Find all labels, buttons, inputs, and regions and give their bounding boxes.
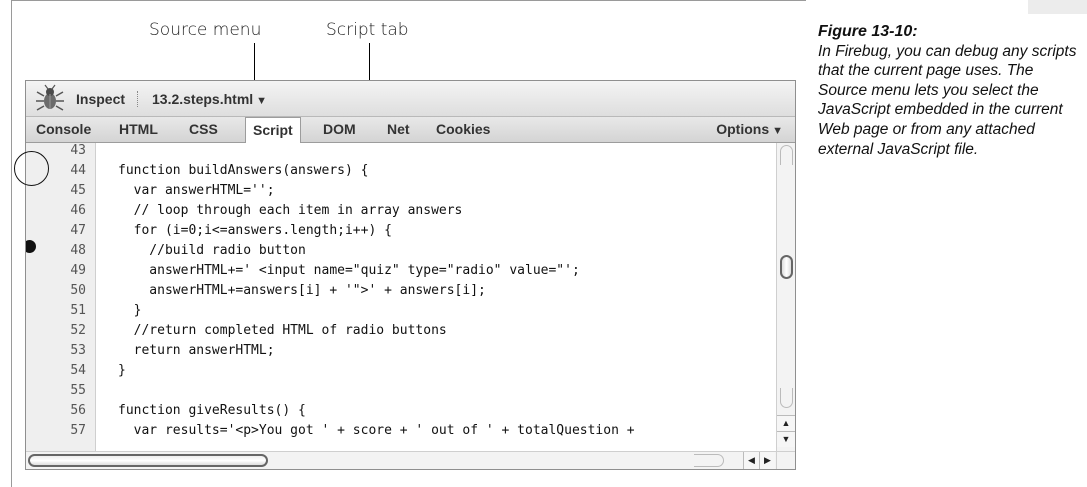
line-number[interactable]: 55 bbox=[26, 382, 86, 400]
scrollbar-corner bbox=[776, 451, 795, 469]
tab-dom[interactable]: DOM bbox=[323, 117, 356, 143]
figure-caption-title: Figure 13-10: bbox=[818, 23, 918, 40]
tab-net[interactable]: Net bbox=[387, 117, 410, 143]
code-text: function buildAnswers(answers) { bbox=[118, 163, 369, 178]
code-text: function giveResults() { bbox=[118, 403, 306, 418]
code-text: } bbox=[118, 303, 142, 318]
code-text: for (i=0;i<=answers.length;i++) { bbox=[118, 223, 392, 238]
code-text: } bbox=[118, 363, 126, 378]
tab-console[interactable]: Console bbox=[36, 117, 91, 143]
chevron-down-icon: ▼ bbox=[256, 95, 268, 107]
vertical-scrollbar[interactable]: ▲ ▼ bbox=[776, 143, 795, 451]
horizontal-scroll-thumb[interactable] bbox=[28, 454, 268, 467]
scroll-right-arrow-icon[interactable]: ▶ bbox=[759, 452, 775, 469]
figure-caption-body: In Firebug, you can debug any scripts th… bbox=[818, 42, 1077, 158]
scroll-track-cap bbox=[694, 454, 724, 467]
scroll-track-cap bbox=[780, 388, 793, 408]
script-source-view[interactable]: 43 44 function buildAnswers(answers) { 45… bbox=[26, 143, 776, 451]
line-number[interactable]: 53 bbox=[26, 342, 86, 360]
firebug-panel: Inspect 13.2.steps.html ▼ Console HTML CS… bbox=[25, 80, 796, 470]
code-text: answerHTML+=' <input name="quiz" type="r… bbox=[118, 263, 580, 278]
page-frame-top bbox=[11, 0, 806, 1]
tab-css[interactable]: CSS bbox=[189, 117, 218, 143]
toolbar-separator bbox=[137, 91, 138, 107]
chevron-down-icon: ▼ bbox=[772, 125, 783, 137]
tab-script[interactable]: Script bbox=[245, 117, 301, 144]
code-text: var answerHTML=''; bbox=[118, 183, 275, 198]
breakpoint-highlight-circle bbox=[14, 151, 49, 186]
script-tab-callout: Script tab bbox=[326, 20, 409, 40]
line-number[interactable]: 50 bbox=[26, 282, 86, 300]
code-text: // loop through each item in array answe… bbox=[118, 203, 463, 218]
line-number[interactable]: 52 bbox=[26, 322, 86, 340]
source-file-label: 13.2.steps.html bbox=[152, 91, 254, 107]
line-number[interactable]: 57 bbox=[26, 422, 86, 440]
figure-caption: Figure 13-10: In Firebug, you can debug … bbox=[818, 22, 1083, 159]
tab-cookies[interactable]: Cookies bbox=[436, 117, 490, 143]
code-text: //build radio button bbox=[118, 243, 306, 258]
scroll-track-cap bbox=[780, 145, 793, 165]
options-menu[interactable]: Options ▼ bbox=[716, 117, 783, 144]
vertical-scroll-thumb[interactable] bbox=[780, 255, 793, 279]
options-label: Options bbox=[716, 121, 770, 137]
line-number[interactable]: 47 bbox=[26, 222, 86, 240]
line-number[interactable]: 56 bbox=[26, 402, 86, 420]
line-number[interactable]: 51 bbox=[26, 302, 86, 320]
page-frame-left bbox=[11, 0, 12, 487]
inspect-button[interactable]: Inspect bbox=[76, 91, 125, 107]
code-text: return answerHTML; bbox=[118, 343, 275, 358]
horizontal-scrollbar[interactable]: ◀ ▶ bbox=[26, 451, 795, 469]
scroll-up-arrow-icon[interactable]: ▲ bbox=[777, 415, 795, 431]
line-number[interactable]: 54 bbox=[26, 362, 86, 380]
firebug-toolbar: Inspect 13.2.steps.html ▼ bbox=[26, 81, 795, 117]
code-text: var results='<p>You got ' + score + ' ou… bbox=[118, 423, 635, 438]
tab-html[interactable]: HTML bbox=[119, 117, 158, 143]
code-text: //return completed HTML of radio buttons bbox=[118, 323, 447, 338]
firebug-bug-icon[interactable] bbox=[34, 84, 66, 112]
line-number[interactable]: 49 bbox=[26, 262, 86, 280]
source-menu-callout: Source menu bbox=[149, 20, 262, 40]
firebug-tab-bar: Console HTML CSS Script DOM Net Cookies … bbox=[26, 117, 795, 144]
line-number[interactable]: 46 bbox=[26, 202, 86, 220]
page-corner-shade bbox=[1028, 0, 1087, 14]
scroll-down-arrow-icon[interactable]: ▼ bbox=[777, 431, 795, 447]
code-text: answerHTML+=answers[i] + '">' + answers[… bbox=[118, 283, 486, 298]
source-menu[interactable]: 13.2.steps.html ▼ bbox=[152, 91, 267, 107]
scroll-left-arrow-icon[interactable]: ◀ bbox=[743, 452, 759, 469]
